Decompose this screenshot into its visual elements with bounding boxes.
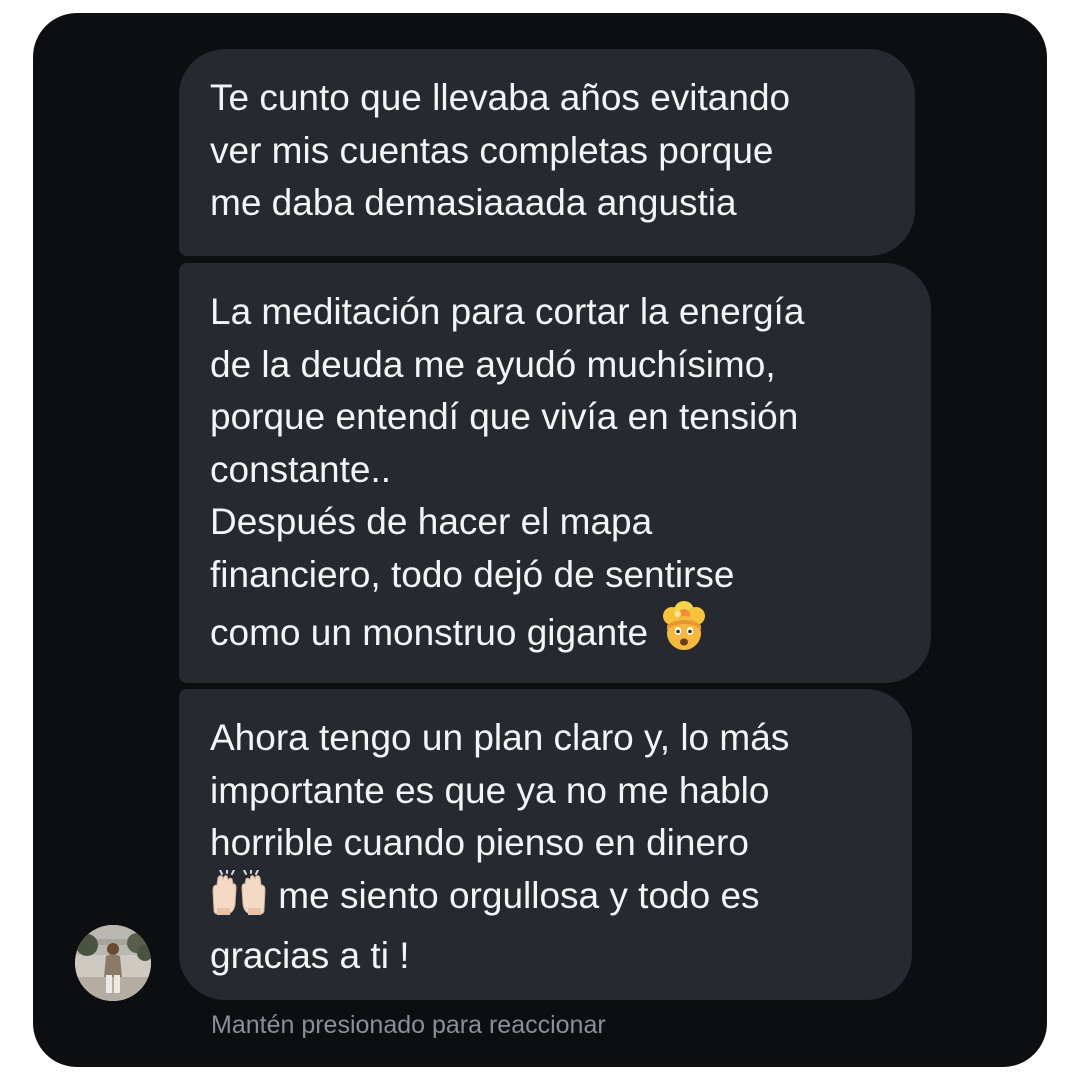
- message-line: Te cunto que llevaba años evitando: [210, 77, 791, 118]
- message-bubble[interactable]: La meditación para cortar la energía de …: [179, 263, 931, 683]
- message-line: porque entendí que vivía en tensión: [210, 396, 799, 437]
- message-line: constante..: [210, 448, 392, 490]
- message-line: financiero, todo dejó de sentirse: [210, 553, 735, 595]
- message-line: La meditación para cortar la energía: [210, 291, 805, 332]
- reaction-hint: Mantén presionado para reaccionar: [211, 1011, 606, 1039]
- avatar[interactable]: [75, 925, 151, 1001]
- message-line: gracias a ti !: [210, 935, 410, 976]
- message-line: importante es que ya no me hablo: [210, 769, 770, 811]
- message-line: de la deuda me ayudó muchísimo,: [210, 343, 776, 385]
- message-line: me daba demasiaaada angustia: [210, 182, 737, 223]
- chat-panel: Te cunto que llevaba años evitando ver m…: [33, 13, 1047, 1067]
- message-line: como un monstruo gigante: [210, 612, 649, 653]
- exploding-head-icon: [658, 601, 710, 668]
- message-line: ver mis cuentas completas porque: [210, 129, 774, 171]
- message-line: horrible cuando pienso en dinero: [210, 822, 749, 863]
- message-line: me siento orgullosa y todo es: [268, 874, 760, 916]
- message-line: Ahora tengo un plan claro y, lo más: [210, 717, 790, 758]
- message-bubble[interactable]: Ahora tengo un plan claro y, lo más impo…: [179, 689, 912, 1000]
- raising-hands-icon: [210, 867, 268, 931]
- message-line-with-emoji: me siento orgullosa y todo es: [210, 867, 912, 931]
- message-line-with-emoji: como un monstruo gigante: [210, 601, 931, 668]
- message-line: Después de hacer el mapa: [210, 501, 653, 542]
- avatar-photo: [75, 925, 151, 1001]
- message-bubble[interactable]: Te cunto que llevaba años evitando ver m…: [179, 49, 915, 256]
